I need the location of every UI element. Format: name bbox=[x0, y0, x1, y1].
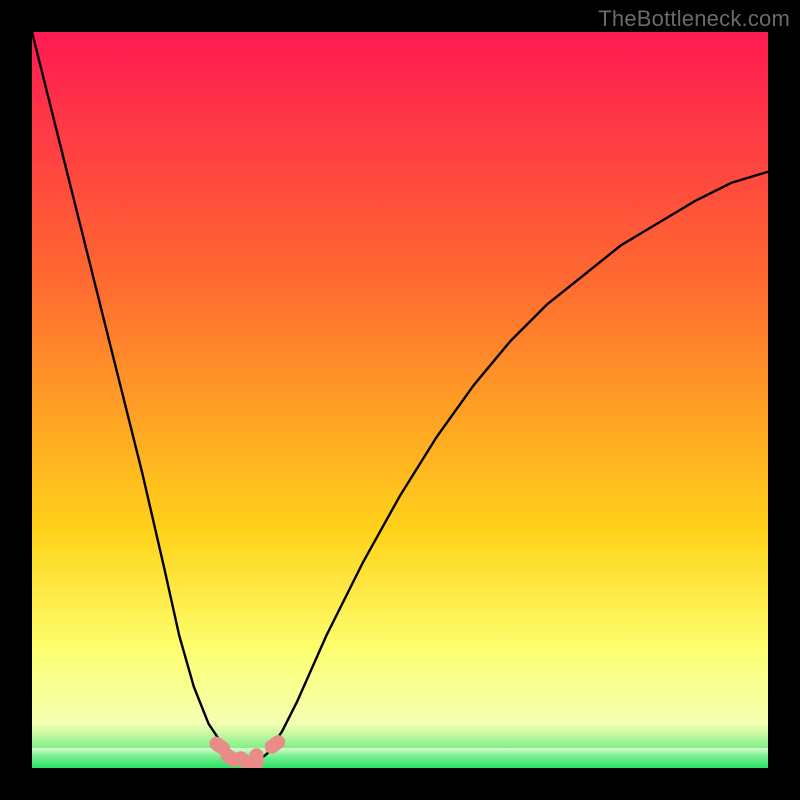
plot-area bbox=[32, 32, 768, 768]
green-band bbox=[32, 748, 768, 768]
outer-frame: TheBottleneck.com bbox=[0, 0, 800, 800]
watermark-text: TheBottleneck.com bbox=[598, 6, 790, 32]
bottleneck-curve bbox=[32, 32, 768, 761]
curve-layer bbox=[32, 32, 768, 768]
marker-dot bbox=[250, 748, 264, 768]
